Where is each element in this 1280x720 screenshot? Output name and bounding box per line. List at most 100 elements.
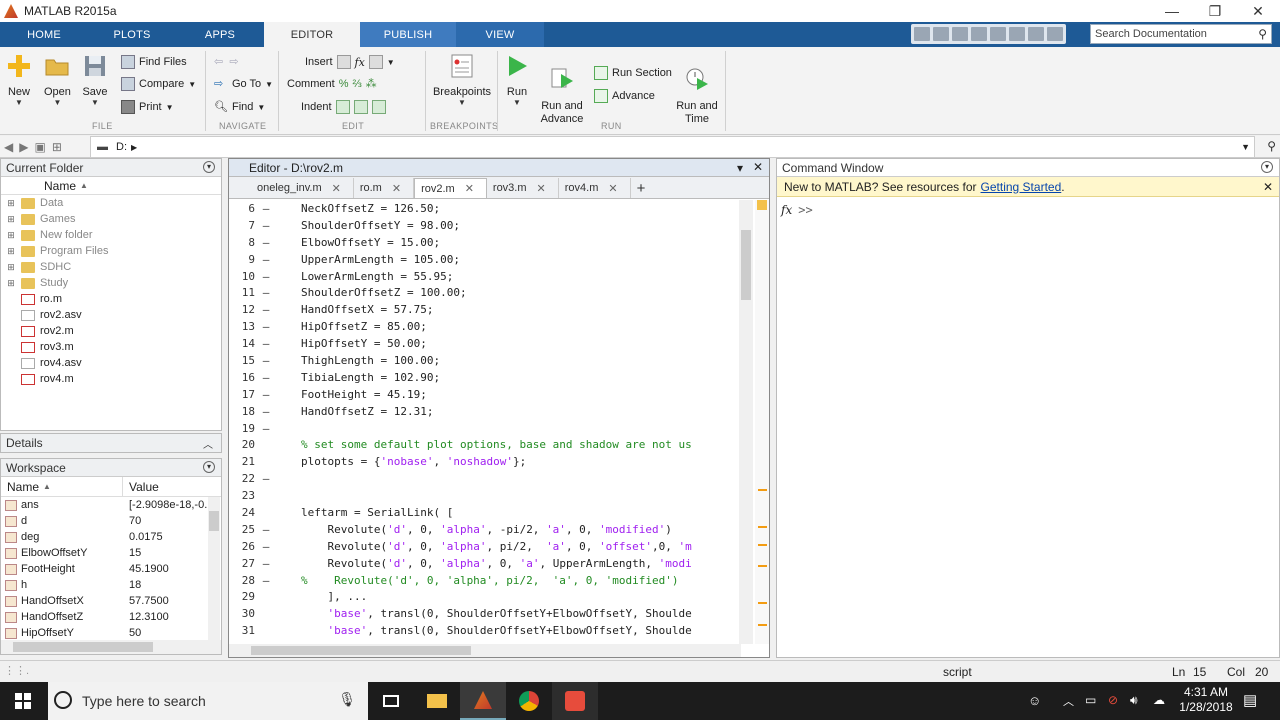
table-row[interactable]: FootHeight 45.1900 [1, 561, 221, 577]
warning-indicator-icon[interactable] [757, 200, 767, 210]
chevron-down-icon[interactable]: ▼ [1241, 142, 1250, 152]
expand-icon[interactable]: ⊞ [1, 214, 21, 225]
table-row[interactable]: d 70 [1, 513, 221, 529]
find-files-button[interactable]: Find Files [121, 55, 187, 69]
tab-view[interactable]: VIEW [456, 22, 544, 47]
fx-icon[interactable]: fx [781, 203, 792, 217]
restore-button[interactable]: ❐ [1193, 0, 1237, 22]
advance-button[interactable]: Advance [594, 89, 655, 103]
expand-icon[interactable]: ⊞ [1, 262, 21, 273]
tab-publish[interactable]: PUBLISH [360, 22, 456, 47]
code-line[interactable]: 7– ShoulderOffsetY = 98.00; [229, 217, 741, 234]
code-line[interactable]: 28– % Revolute('d', 0, 'alpha', pi/2, 'a'… [229, 572, 741, 589]
chevron-down-icon[interactable]: ▼ [387, 58, 395, 67]
search-documentation-input[interactable]: Search Documentation ⚲ [1090, 24, 1272, 44]
run-and-time-button[interactable]: Run and Time [676, 53, 718, 139]
breakpoint-gutter[interactable]: – [259, 472, 273, 485]
code-line[interactable]: 29 ], ... [229, 588, 741, 605]
save-icon[interactable] [914, 27, 930, 41]
indent-button[interactable]: Indent [301, 100, 386, 114]
code-line[interactable]: 13– HipOffsetZ = 85.00; [229, 318, 741, 335]
copy-icon[interactable] [952, 27, 968, 41]
run-and-advance-button[interactable]: Run and Advance [538, 53, 586, 139]
tab-rov3[interactable]: rov3.m ✕ [487, 178, 559, 198]
code-line[interactable]: 8– ElbowOffsetY = 15.00; [229, 234, 741, 251]
code-line[interactable]: 12– HandOffsetX = 57.75; [229, 301, 741, 318]
smart-indent-icon[interactable] [335, 100, 350, 114]
close-icon[interactable]: ✕ [332, 182, 341, 195]
redo-icon[interactable] [1009, 27, 1025, 41]
warning-mark[interactable] [758, 624, 767, 626]
code-line[interactable]: 20 % set some default plot options, base … [229, 436, 741, 453]
chevron-up-icon[interactable]: ︿ [203, 436, 213, 451]
close-icon[interactable]: ✕ [537, 182, 546, 195]
task-view-icon[interactable] [368, 682, 414, 720]
list-item[interactable]: ⊞ Program Files [1, 243, 221, 259]
chrome-icon[interactable] [506, 682, 552, 720]
expand-icon[interactable]: ⊞ [1, 278, 21, 289]
run-button[interactable]: Run ▼ [503, 53, 531, 107]
people-icon[interactable]: ☺ [1028, 693, 1041, 708]
warning-mark[interactable] [758, 526, 767, 528]
breakpoint-gutter[interactable]: – [259, 523, 273, 536]
breakpoint-gutter[interactable]: – [259, 405, 273, 418]
close-button[interactable]: ✕ [1236, 0, 1280, 22]
breakpoint-gutter[interactable]: – [259, 371, 273, 384]
table-row[interactable]: ElbowOffsetY 15 [1, 545, 221, 561]
tab-ro[interactable]: ro.m ✕ [354, 178, 415, 198]
table-row[interactable]: ans [-2.9098e-18,-0. [1, 497, 221, 513]
code-line[interactable]: 21 plotopts = {'nobase', 'noshadow'}; [229, 453, 741, 470]
close-icon[interactable]: ✕ [465, 182, 474, 195]
comment-button[interactable]: Comment% ⅔ ⁂ [287, 77, 377, 91]
command-prompt-line[interactable]: fx >> [777, 197, 1279, 217]
code-line[interactable]: 25– Revolute('d', 0, 'alpha', -pi/2, 'a'… [229, 521, 741, 538]
browse-folder-icon[interactable]: ⊞ [52, 140, 62, 154]
list-item[interactable]: rov2.m [1, 323, 221, 339]
breakpoint-gutter[interactable]: – [259, 540, 273, 553]
name-column-header[interactable]: Name ▲ [1, 177, 221, 195]
network-icon[interactable]: ⊘ [1108, 693, 1118, 707]
editor-hscroll[interactable] [229, 644, 741, 657]
back-arrow-icon[interactable]: ◀ [4, 140, 13, 154]
warning-mark[interactable] [758, 544, 767, 546]
close-icon[interactable]: ✕ [392, 182, 401, 195]
code-line[interactable]: 18– HandOffsetZ = 12.31; [229, 403, 741, 420]
list-item[interactable]: rov2.asv [1, 307, 221, 323]
code-line[interactable]: 27– Revolute('d', 0, 'alpha', 0, 'a', Up… [229, 555, 741, 572]
breakpoint-gutter[interactable]: – [259, 219, 273, 232]
editor-vscroll[interactable] [739, 200, 753, 644]
code-area[interactable]: 6– NeckOffsetZ = 126.50; 7– ShoulderOffsetY… [229, 200, 741, 644]
chevron-up-icon[interactable]: ︿ [1063, 693, 1074, 709]
matlab-taskbar-icon[interactable] [460, 682, 506, 720]
breakpoint-gutter[interactable]: – [259, 270, 273, 283]
list-item[interactable]: ro.m [1, 291, 221, 307]
code-line[interactable]: 15– ThighLength = 100.00; [229, 352, 741, 369]
list-item[interactable]: rov3.m [1, 339, 221, 355]
breakpoint-gutter[interactable]: – [259, 202, 273, 215]
code-line[interactable]: 19– [229, 420, 741, 437]
switch-windows-icon[interactable] [1028, 27, 1044, 41]
code-line[interactable]: 17– FootHeight = 45.19; [229, 386, 741, 403]
save-button[interactable]: Save ▼ [82, 53, 108, 107]
table-row[interactable]: HandOffsetZ 12.3100 [1, 609, 221, 625]
close-icon[interactable]: ✕ [608, 182, 617, 195]
paste-icon[interactable] [971, 27, 987, 41]
panel-actions-icon[interactable]: ▾ [737, 161, 743, 175]
search-icon[interactable]: ⚲ [1258, 27, 1267, 41]
cut-icon[interactable] [933, 27, 949, 41]
path-segment[interactable]: D: [116, 141, 127, 153]
scroll-thumb[interactable] [741, 230, 751, 300]
forward-arrow-icon[interactable]: ▶ [19, 140, 28, 154]
insert-button[interactable]: Insert fx ▼ [305, 55, 395, 69]
volume-icon[interactable]: 🔊︎ [1130, 693, 1138, 708]
new-button[interactable]: New ▼ [6, 53, 32, 107]
breakpoint-gutter[interactable]: – [259, 236, 273, 249]
breakpoint-gutter[interactable]: – [259, 388, 273, 401]
code-line[interactable]: 23 [229, 487, 741, 504]
breakpoints-button[interactable]: Breakpoints ▼ [432, 53, 492, 107]
tab-rov4[interactable]: rov4.m ✕ [559, 178, 631, 198]
path-separator[interactable]: ▶ [131, 143, 137, 152]
help-icon[interactable] [1047, 27, 1063, 41]
code-line[interactable]: 31 'base', transl(0, ShoulderOffsetY+Elb… [229, 622, 741, 639]
print-button[interactable]: Print ▼ [121, 100, 174, 114]
